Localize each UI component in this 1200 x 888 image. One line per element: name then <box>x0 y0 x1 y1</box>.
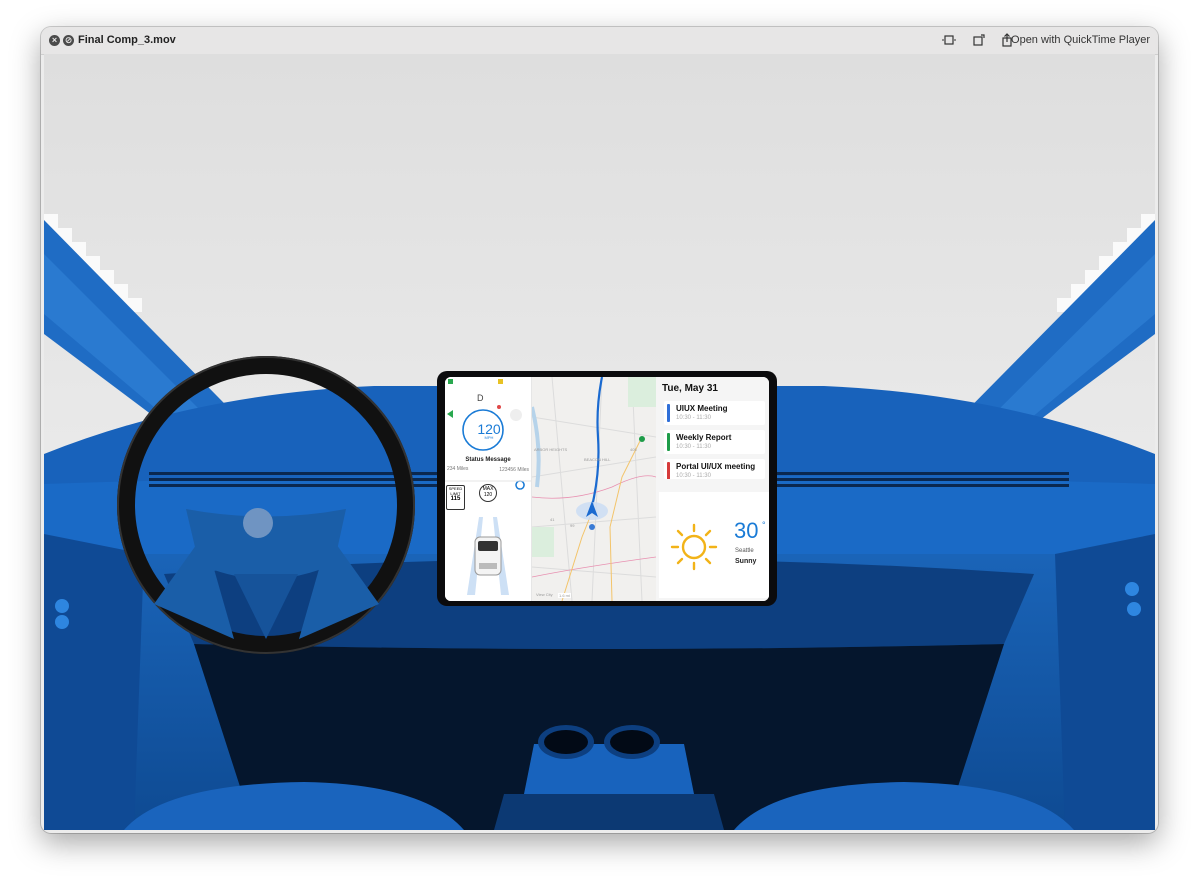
rotate-icon[interactable] <box>971 33 987 47</box>
sun-icon <box>670 523 718 571</box>
event-time: 10:30 - 11:30 <box>676 473 711 479</box>
seatbelt-icon <box>497 405 501 409</box>
warning-icon <box>498 379 503 384</box>
weather-city: Seattle <box>735 548 754 554</box>
max-speed-badge: MAX 120 <box>479 484 497 502</box>
map-label: 99 <box>570 523 575 528</box>
speed-limit-sign: SPEED LIMIT 115 <box>446 485 465 510</box>
car-top-view-icon <box>474 536 502 576</box>
video-frame: D 120 MPH Status Message 234 Miles 12345… <box>44 54 1155 830</box>
map-label: BEACON HILL <box>584 457 611 462</box>
calendar-event[interactable]: Portal UI/UX meeting 10:30 - 11:30 <box>664 459 765 479</box>
speed-limit-value: 115 <box>450 496 461 502</box>
trim-icon[interactable] <box>941 33 957 47</box>
event-time: 10:30 - 11:30 <box>676 444 711 450</box>
max-value: 120 <box>483 492 493 498</box>
speed-unit: MPH <box>484 435 494 440</box>
calendar-event[interactable]: UIUX Meeting 10:30 - 11:30 <box>664 401 765 425</box>
open-with-quicktime-button[interactable]: Open with QuickTime Player <box>1011 34 1150 46</box>
widgets-panel: Tue, May 31 UIUX Meeting 10:30 - 11:30 W… <box>656 377 769 601</box>
headlight-icon <box>448 379 453 384</box>
weather-widget[interactable]: 30 ° Seattle Sunny <box>659 492 769 598</box>
title-bar: × ⊘ Final Comp_3.mov Open with QuickTime… <box>41 27 1158 55</box>
event-color-bar <box>667 404 670 422</box>
stop-icon[interactable]: ⊘ <box>63 35 74 46</box>
window-title: Final Comp_3.mov <box>78 34 176 46</box>
close-icon[interactable]: × <box>49 35 60 46</box>
trip-miles: 234 Miles <box>447 466 469 472</box>
event-time: 10:30 - 11:30 <box>676 415 711 421</box>
event-name: UIUX Meeting <box>676 404 728 413</box>
degree-symbol: ° <box>762 520 766 530</box>
map-label: ARBOR HEIGHTS <box>534 447 568 452</box>
map-label: 41 <box>550 517 555 522</box>
navigation-map[interactable]: ARBOR HEIGHTS BEACON HILL 41 99 405 View… <box>532 377 656 601</box>
event-name: Weekly Report <box>676 433 732 442</box>
map-scale: 1.6 mi <box>558 593 571 598</box>
weather-condition: Sunny <box>735 558 757 565</box>
calendar-date: Tue, May 31 <box>662 383 718 394</box>
quicktime-window: × ⊘ Final Comp_3.mov Open with QuickTime… <box>41 27 1158 833</box>
map-label: View City <box>536 592 553 597</box>
odometer: 123456 Miles <box>499 467 529 473</box>
calendar-event[interactable]: Weekly Report 10:30 - 11:30 <box>664 430 765 454</box>
event-color-bar <box>667 433 670 451</box>
status-message: Status Message <box>465 457 511 463</box>
turn-signal-left-icon <box>447 410 453 418</box>
event-color-bar <box>667 462 670 479</box>
gear-indicator: D <box>477 393 484 403</box>
steering-assist-icon <box>515 480 525 490</box>
event-name: Portal UI/UX meeting <box>676 462 756 471</box>
instrument-cluster-panel: D 120 MPH Status Message 234 Miles 12345… <box>445 377 532 601</box>
speed-limit-label: SPEED LIMIT <box>448 486 463 496</box>
infotainment-screen: D 120 MPH Status Message 234 Miles 12345… <box>437 371 777 606</box>
tpms-icon <box>510 409 522 421</box>
temperature: 30 <box>734 518 759 543</box>
map-label: 405 <box>630 447 637 452</box>
